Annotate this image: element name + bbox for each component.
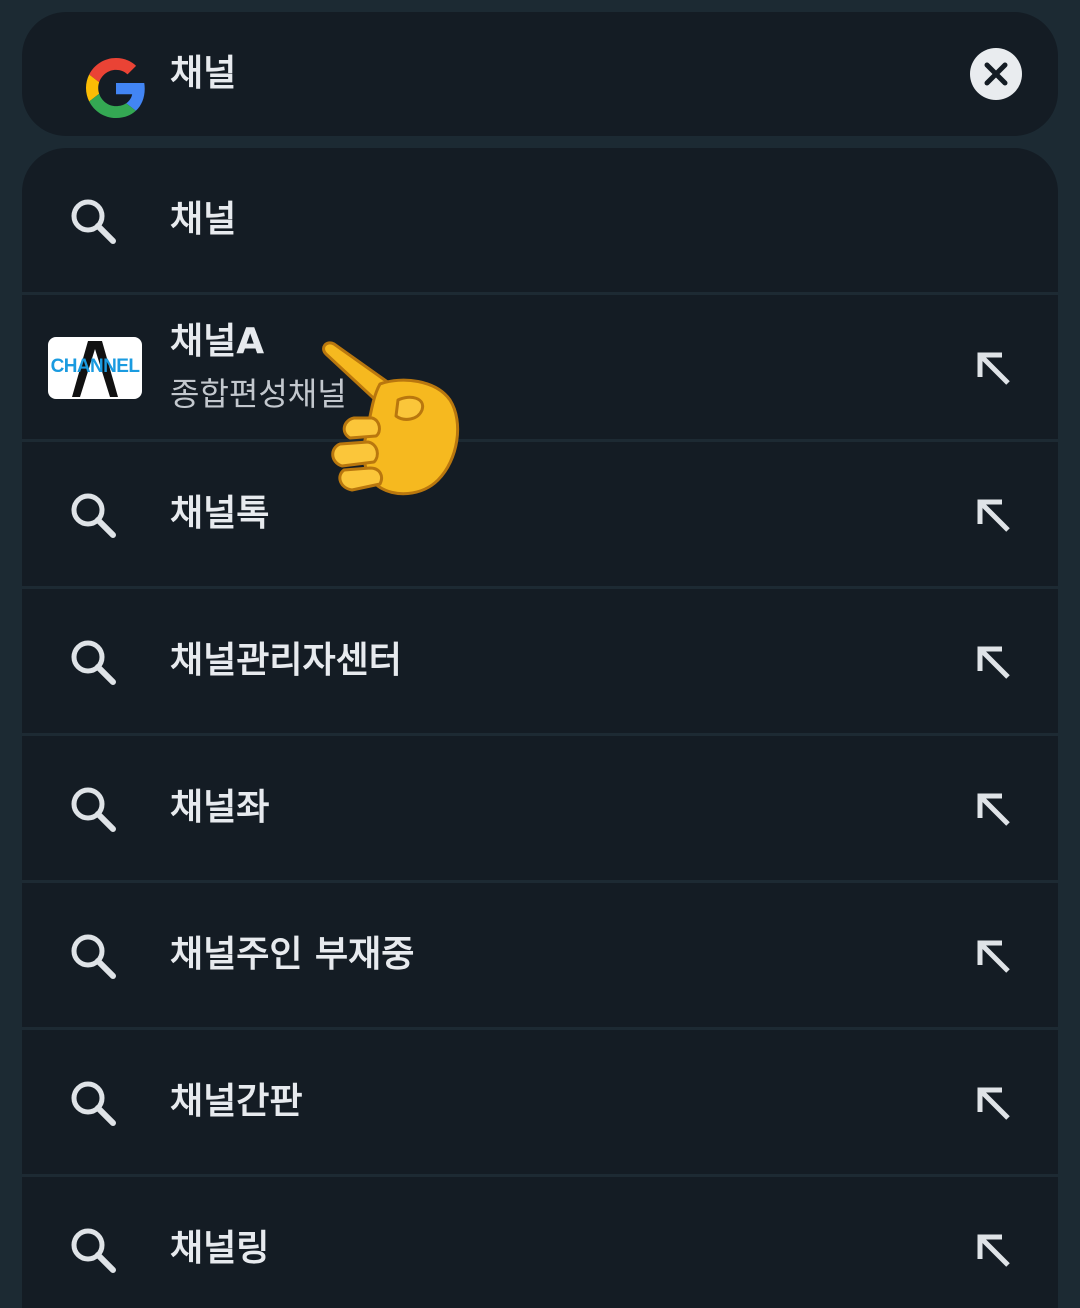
- pointing-hand-icon: [322, 341, 460, 496]
- search-icon: [71, 199, 116, 244]
- suggestion-item[interactable]: 채널링: [22, 1177, 1058, 1308]
- suggestion-list: 채널 CHANNEL 채널A 종합편성채널 채널톡 채널관리자센터 채널좌 채널…: [22, 148, 1058, 1308]
- google-g-logo-icon: [86, 58, 145, 118]
- search-bar[interactable]: 채널: [22, 12, 1058, 136]
- clear-search-button[interactable]: [970, 48, 1022, 100]
- search-icon: [71, 934, 116, 979]
- search-icon: [71, 493, 116, 538]
- fill-arrow-icon[interactable]: [974, 496, 1014, 536]
- fill-arrow-icon[interactable]: [974, 1231, 1014, 1271]
- suggestion-label: 채널관리자센터: [170, 640, 402, 681]
- suggestion-item[interactable]: 채널관리자센터: [22, 589, 1058, 733]
- search-icon: [71, 1228, 116, 1273]
- search-icon: [71, 1081, 116, 1126]
- suggestion-item[interactable]: 채널: [22, 148, 1058, 292]
- suggestion-label: 채널: [170, 199, 237, 240]
- suggestion-item[interactable]: 채널톡: [22, 442, 1058, 586]
- suggestion-item-entity[interactable]: CHANNEL 채널A 종합편성채널: [22, 295, 1058, 439]
- suggestion-label: 채널좌: [170, 787, 270, 828]
- suggestion-label: 채널주인 부재중: [170, 934, 415, 975]
- channel-a-logo-text: CHANNEL: [50, 356, 140, 377]
- suggestion-item[interactable]: 채널주인 부재중: [22, 883, 1058, 1027]
- fill-arrow-icon[interactable]: [974, 937, 1014, 977]
- fill-arrow-icon[interactable]: [974, 790, 1014, 830]
- close-icon: [984, 62, 1008, 86]
- suggestion-label: 채널톡: [170, 493, 270, 534]
- fill-arrow-icon[interactable]: [974, 349, 1014, 389]
- suggestion-title: 채널A: [170, 321, 265, 362]
- suggestion-label: 채널링: [170, 1228, 270, 1269]
- channel-a-logo: CHANNEL: [48, 337, 142, 399]
- search-icon: [71, 787, 116, 832]
- fill-arrow-icon[interactable]: [974, 1084, 1014, 1124]
- search-screen: 채널 채널 CHANNEL 채널A 종합편성채널 채널톡 채널관리자센터 채널좌…: [0, 0, 1080, 1308]
- fill-arrow-icon[interactable]: [974, 643, 1014, 683]
- suggestion-item[interactable]: 채널간판: [22, 1030, 1058, 1174]
- search-icon: [71, 640, 116, 685]
- suggestion-label: 채널간판: [170, 1081, 303, 1122]
- search-input[interactable]: 채널: [170, 50, 236, 98]
- suggestion-item[interactable]: 채널좌: [22, 736, 1058, 880]
